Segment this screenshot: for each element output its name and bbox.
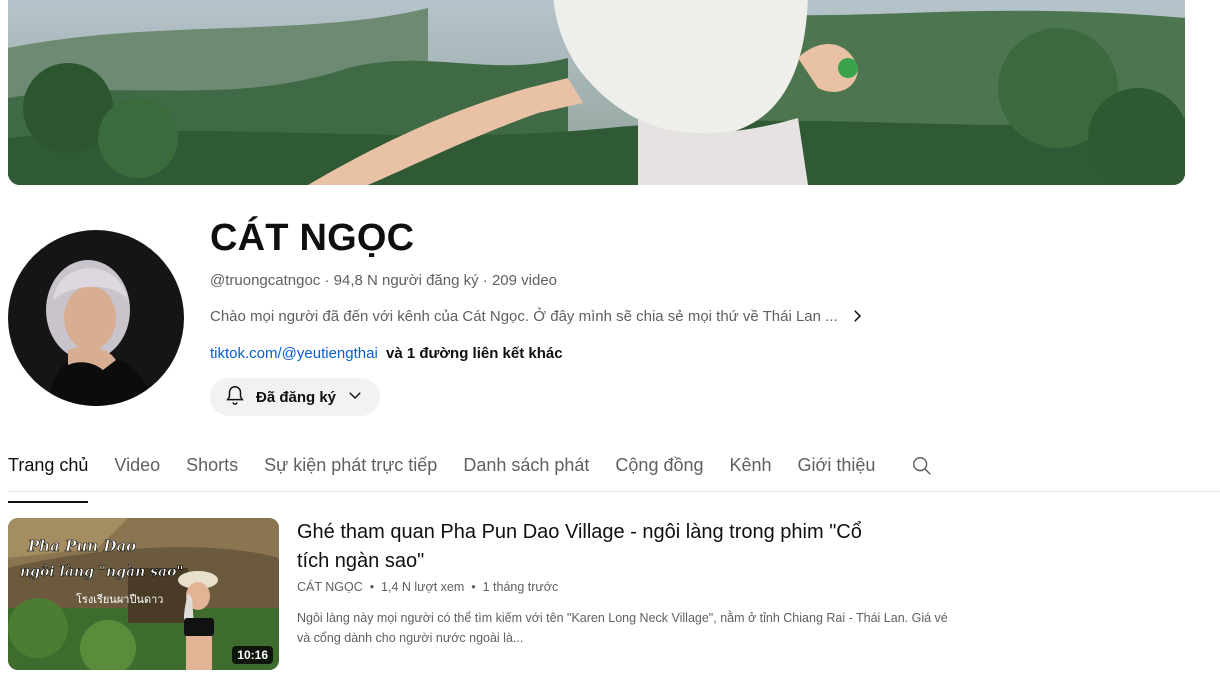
more-links-button[interactable]: và 1 đường liên kết khác (386, 345, 563, 362)
tab-about[interactable]: Giới thiệu (798, 443, 876, 491)
thumb-sign-text: โรงเรียนผาปืนดาว (76, 592, 163, 606)
video-meta: CÁT NGỌC • 1,4 N lượt xem • 1 tháng trướ… (297, 580, 957, 594)
channel-meta: @truongcatngoc · 94,8 N người đăng ký · … (210, 272, 1110, 289)
meta-dot: • (366, 580, 378, 594)
subscriber-count: 94,8 N người đăng ký (333, 272, 479, 289)
subscribed-button[interactable]: Đã đăng ký (210, 378, 381, 416)
video-age: 1 tháng trước (482, 580, 559, 594)
video-duration: 10:16 (232, 646, 273, 664)
tab-live[interactable]: Sự kiện phát trực tiếp (264, 443, 437, 491)
tiktok-link[interactable]: tiktok.com/@yeutiengthai (210, 345, 378, 362)
channel-banner (8, 0, 1185, 185)
tab-videos[interactable]: Video (114, 443, 160, 491)
chevron-right-icon[interactable] (848, 307, 866, 325)
description-text: Chào mọi người đã đến với kênh của Cát N… (210, 307, 838, 325)
video-description: Ngôi làng này mọi người có thể tìm kiếm … (297, 611, 948, 645)
video-info: Ghé tham quan Pha Pun Dao Village - ngôi… (297, 518, 957, 648)
channel-tabs: Trang chủ Video Shorts Sự kiện phát trực… (8, 443, 1220, 503)
tab-community[interactable]: Cộng đồng (615, 443, 703, 491)
video-thumbnail[interactable]: Pha Pun Dao ngôi làng "ngàn sao" โรงเรีย… (8, 518, 279, 670)
video-views: 1,4 N lượt xem (381, 580, 465, 594)
tab-home[interactable]: Trang chủ (8, 443, 89, 503)
avatar-image (8, 230, 184, 406)
channel-handle: @truongcatngoc (210, 272, 321, 289)
video-channel-name[interactable]: CÁT NGỌC (297, 580, 363, 594)
channel-description[interactable]: Chào mọi người đã đến với kênh của Cát N… (210, 307, 1110, 325)
video-title[interactable]: Ghé tham quan Pha Pun Dao Village - ngôi… (297, 518, 897, 576)
channel-info: CÁT NGỌC @truongcatngoc · 94,8 N người đ… (210, 212, 1110, 416)
channel-links: tiktok.com/@yeutiengthai và 1 đường liên… (210, 345, 1110, 362)
thumb-title-line-2: ngôi làng "ngàn sao" (20, 564, 184, 580)
tab-playlists[interactable]: Danh sách phát (463, 443, 589, 491)
meta-separator: · (320, 272, 334, 289)
subscribed-label: Đã đăng ký (256, 388, 337, 406)
thumb-title-line-1: Pha Pun Dao (27, 537, 136, 555)
search-icon[interactable] (911, 443, 933, 482)
banner-image (8, 0, 1185, 185)
bell-icon (224, 384, 246, 410)
meta-dot: • (467, 580, 480, 594)
meta-separator: · (478, 272, 492, 289)
tab-channels[interactable]: Kênh (730, 443, 772, 491)
video-count: 209 video (491, 272, 558, 289)
channel-name: CÁT NGỌC (210, 217, 415, 259)
channel-avatar[interactable] (8, 230, 184, 406)
tab-shorts[interactable]: Shorts (186, 443, 238, 491)
chevron-down-icon (346, 386, 364, 408)
